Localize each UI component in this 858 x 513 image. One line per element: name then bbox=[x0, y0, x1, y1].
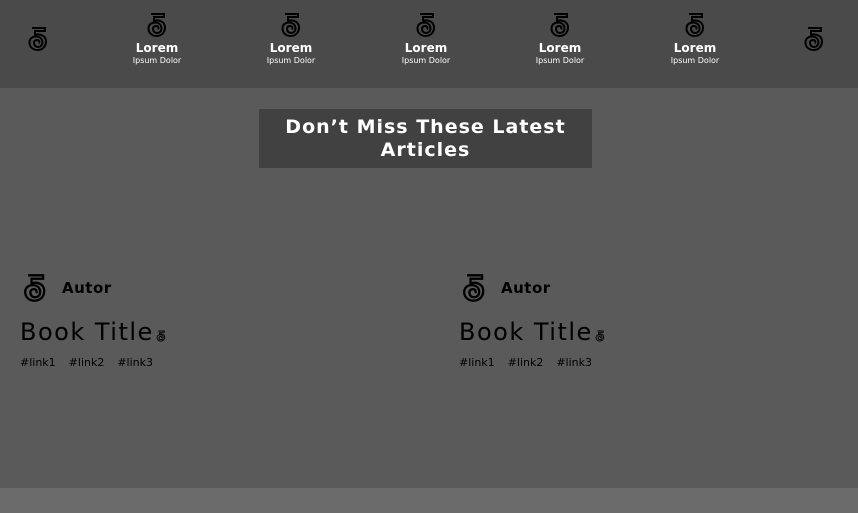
tag-list: #link1 #link2 #link3 bbox=[20, 356, 400, 369]
footer-strip bbox=[0, 488, 858, 513]
nav-item-5[interactable]: Lorem Ipsum Dolor bbox=[650, 12, 740, 67]
tag-link[interactable]: #link2 bbox=[69, 356, 105, 369]
five-logo-icon[interactable] bbox=[25, 26, 51, 52]
five-logo-icon[interactable] bbox=[801, 26, 827, 52]
top-navigation-bar: Lorem Ipsum Dolor Lorem Ipsum Dolor Lore… bbox=[0, 0, 858, 88]
five-logo-icon bbox=[155, 330, 167, 342]
nav-item-title: Lorem bbox=[269, 41, 313, 55]
nav-item-4[interactable]: Lorem Ipsum Dolor bbox=[515, 12, 605, 67]
author-name: Autor bbox=[62, 279, 112, 297]
author-row: Autor bbox=[459, 270, 839, 306]
book-title-row: Book Title bbox=[459, 312, 839, 346]
tag-list: #link1 #link2 #link3 bbox=[459, 356, 839, 369]
nav-item-subtitle: Ipsum Dolor bbox=[535, 56, 585, 65]
nav-item-title: Lorem bbox=[673, 41, 717, 55]
section-heading: Don’t Miss These Latest Articles bbox=[285, 115, 566, 161]
article-card: Autor Book Title #link1 #link2 #link3 bbox=[20, 270, 400, 369]
five-logo-icon bbox=[278, 12, 304, 38]
nav-item-title: Lorem bbox=[538, 41, 582, 55]
five-logo-icon bbox=[144, 12, 170, 38]
article-card: Autor Book Title #link1 #link2 #link3 bbox=[459, 270, 839, 369]
nav-item-title: Lorem bbox=[404, 41, 448, 55]
book-title-link[interactable]: Book Title bbox=[20, 318, 154, 346]
tag-link[interactable]: #link3 bbox=[117, 356, 153, 369]
book-title-row: Book Title bbox=[20, 312, 400, 346]
nav-item-title: Lorem bbox=[135, 41, 179, 55]
section-heading-box: Don’t Miss These Latest Articles bbox=[259, 109, 592, 168]
five-logo-icon bbox=[682, 12, 708, 38]
tag-link[interactable]: #link3 bbox=[556, 356, 592, 369]
nav-item-3[interactable]: Lorem Ipsum Dolor bbox=[381, 12, 471, 67]
nav-item-1[interactable]: Lorem Ipsum Dolor bbox=[112, 12, 202, 67]
nav-item-2[interactable]: Lorem Ipsum Dolor bbox=[246, 12, 336, 67]
tag-link[interactable]: #link1 bbox=[20, 356, 56, 369]
nav-item-subtitle: Ipsum Dolor bbox=[670, 56, 720, 65]
tag-link[interactable]: #link1 bbox=[459, 356, 495, 369]
tag-link[interactable]: #link2 bbox=[508, 356, 544, 369]
five-logo-icon bbox=[547, 12, 573, 38]
nav-item-subtitle: Ipsum Dolor bbox=[266, 56, 316, 65]
five-logo-icon bbox=[20, 272, 50, 304]
author-name: Autor bbox=[501, 279, 551, 297]
nav-item-subtitle: Ipsum Dolor bbox=[132, 56, 182, 65]
five-logo-icon bbox=[459, 272, 489, 304]
five-logo-icon bbox=[594, 330, 606, 342]
nav-item-subtitle: Ipsum Dolor bbox=[401, 56, 451, 65]
five-logo-icon bbox=[413, 12, 439, 38]
book-title-link[interactable]: Book Title bbox=[459, 318, 593, 346]
author-row: Autor bbox=[20, 270, 400, 306]
